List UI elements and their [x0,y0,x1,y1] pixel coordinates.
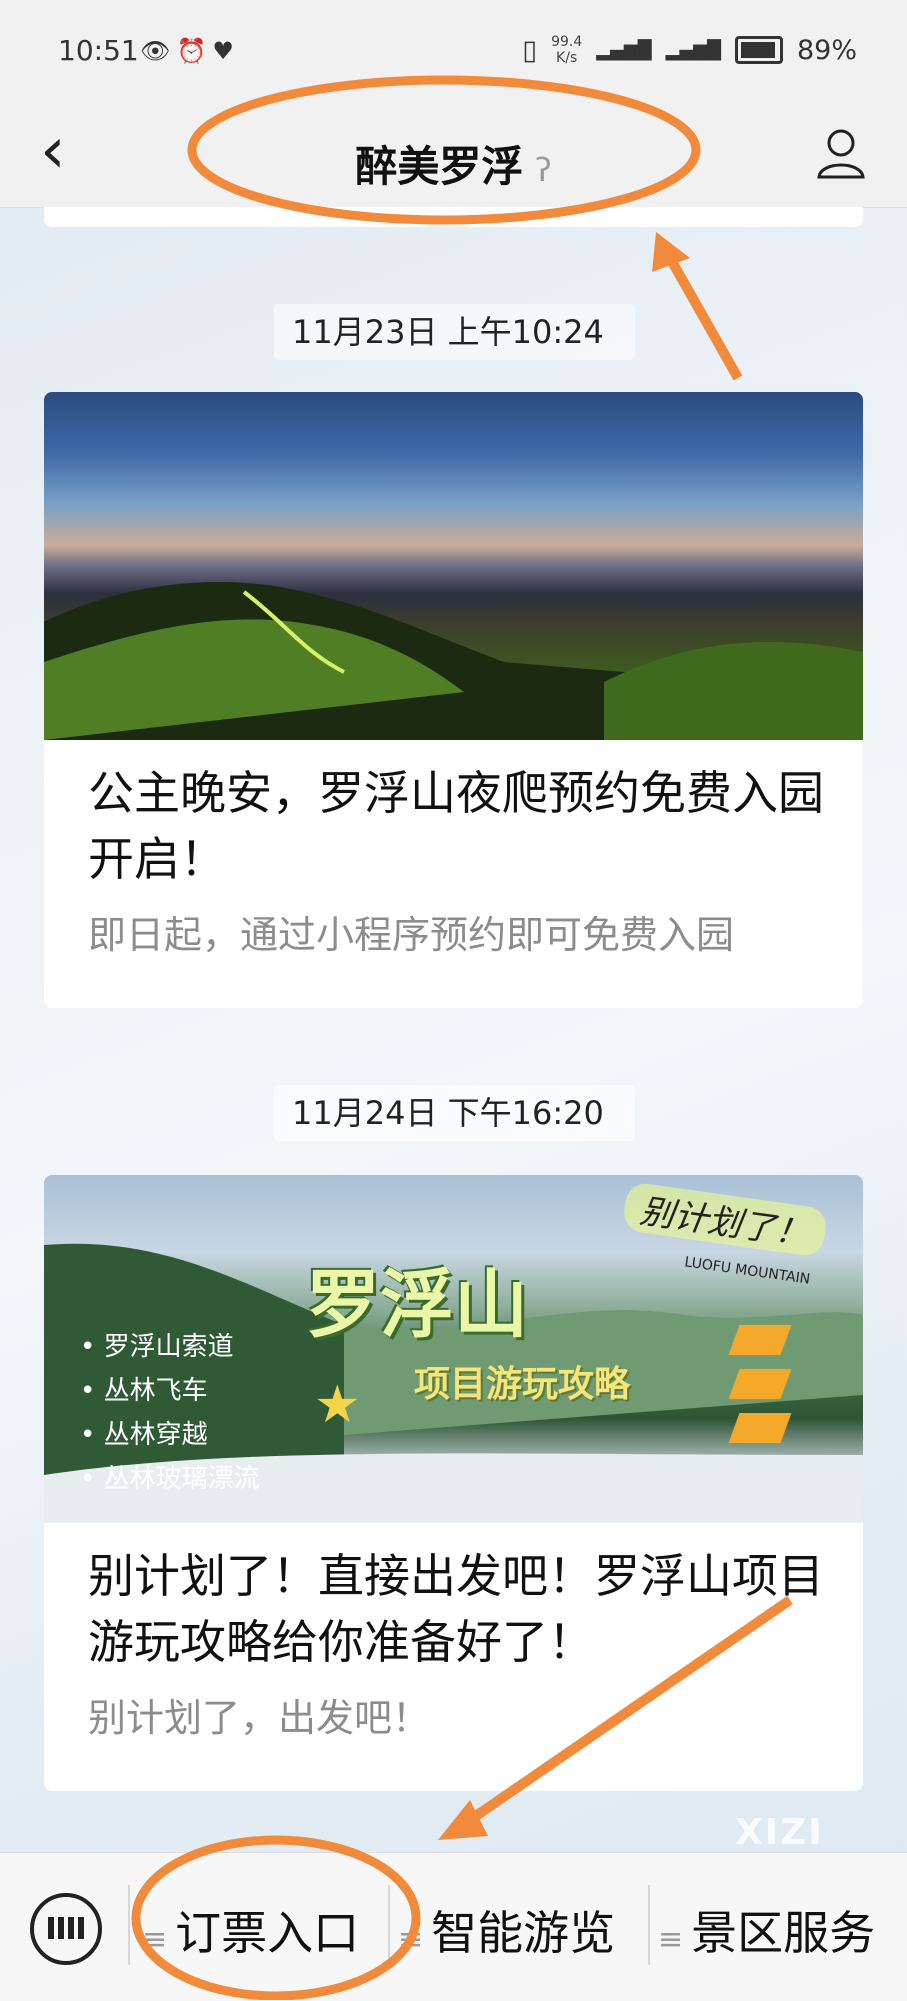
page-title-text: 醉美罗浮 [355,142,524,191]
annotation-arrowhead-menu [438,1800,488,1840]
article-desc: 即日起，通过小程序预约即可免费入园 [88,913,735,957]
status-notification-icons: 👁⏰♥ [140,37,240,65]
star-icon: ★ [314,1375,361,1435]
article-title: 公主晚安，罗浮山夜爬预约免费入园开启！ [88,766,824,886]
decorative-bars [728,1325,792,1457]
nav-bar: ‹ 醉美罗浮 ʔ [0,105,907,208]
night-mountain-image [44,392,863,740]
previous-card-edge [44,207,863,227]
menu-item-services[interactable]: ≡ 景区服务 [658,1897,875,1963]
menu-icon: ≡ [398,1922,424,1957]
timestamp: 11月23日 上午10:24 [274,304,635,360]
timestamp: 11月24日 下午16:20 [274,1085,635,1141]
menu-icon: ≡ [658,1922,684,1957]
network-speed: 99.4 K/s [551,34,582,66]
menu-divider [128,1885,130,1965]
signal-icon: ▂▄▆█ [596,39,652,61]
menu-divider [388,1885,390,1965]
poster-image: 别计划了！ LUOFU MOUNTAIN 罗浮山 项目游玩攻略 ★ 罗浮山索道 … [44,1175,863,1523]
status-time: 10:51 [58,34,139,67]
article-card[interactable]: 公主晚安，罗浮山夜爬预约免费入园开启！ 即日起，通过小程序预约即可免费入园 [44,392,863,1008]
poster-list-item: 丛林穿越 [80,1413,260,1457]
status-right: ▯ 99.4 K/s ▂▄▆█ ▂▄▆█ 89% [522,34,857,66]
signal-icon-2: ▂▄▆█ [665,39,721,61]
status-bar: 10:51 👁⏰♥ ▯ 99.4 K/s ▂▄▆█ ▂▄▆█ 89% [0,0,907,105]
poster-list-item: 丛林飞车 [80,1369,260,1413]
annotation-arrow-title [665,255,743,381]
keyboard-icon[interactable] [30,1893,102,1965]
watermark: XIZI [735,1812,824,1853]
poster-list-item: 丛林玻璃漂流 [80,1457,260,1501]
network-speed-unit: K/s [556,50,578,66]
article-card[interactable]: 别计划了！ LUOFU MOUNTAIN 罗浮山 项目游玩攻略 ★ 罗浮山索道 … [44,1175,863,1791]
battery-icon [734,36,783,64]
menu-item-tickets[interactable]: ≡ 订票入口 [142,1897,359,1963]
article-title: 别计划了！直接出发吧！罗浮山项目游玩攻略给你准备好了！ [88,1549,824,1669]
menu-item-label: 订票入口 [175,1906,360,1960]
poster-list: 罗浮山索道 丛林飞车 丛林穿越 丛林玻璃漂流 [80,1325,260,1501]
article-desc: 别计划了，出发吧！ [88,1696,431,1740]
poster-title: 罗浮山 [306,1262,528,1348]
battery-level: 89% [796,34,857,66]
poster-list-item: 罗浮山索道 [80,1325,260,1369]
poster-subtitle: 项目游玩攻略 [414,1364,631,1405]
menu-icon: ≡ [142,1922,168,1957]
menu-item-label: 景区服务 [691,1906,876,1960]
page-title: 醉美罗浮 ʔ [0,133,907,194]
network-speed-value: 99.4 [551,34,583,50]
ear-icon[interactable]: ʔ [535,151,551,189]
menu-item-smart-tour[interactable]: ≡ 智能游览 [398,1897,615,1963]
annotation-arrowhead-title [652,232,690,272]
menu-item-label: 智能游览 [431,1906,616,1960]
menu-divider [648,1885,650,1965]
bottom-menu: ≡ 订票入口 ≡ 智能游览 ≡ 景区服务 [0,1852,907,2001]
vibrate-icon: ▯ [522,34,538,66]
profile-icon[interactable] [813,125,869,181]
